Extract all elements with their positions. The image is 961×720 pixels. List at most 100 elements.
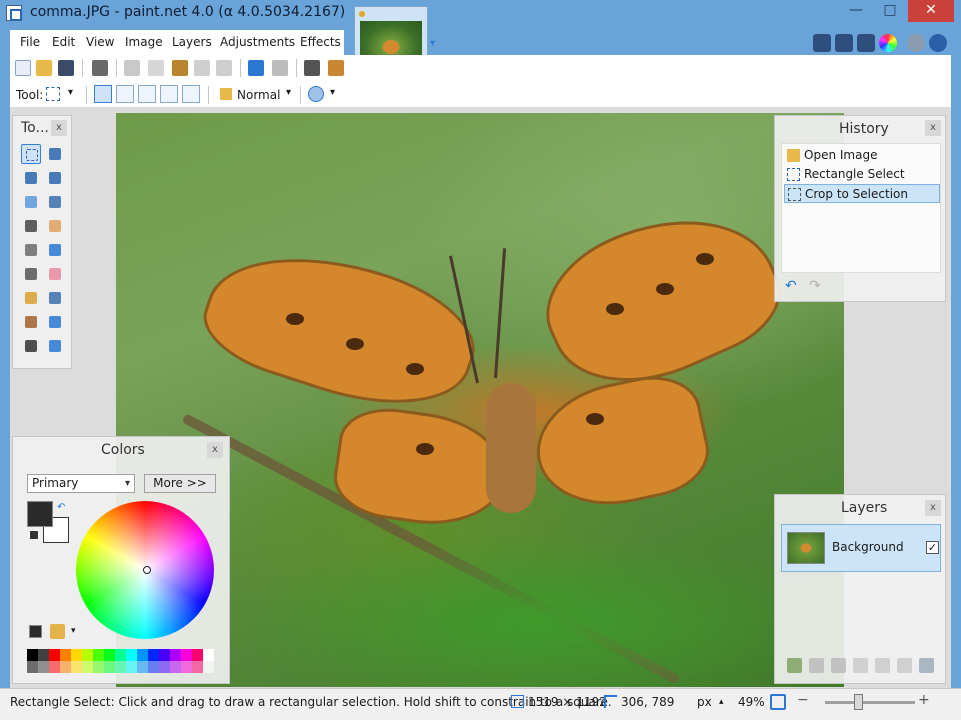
palette-swatch[interactable] — [181, 661, 192, 673]
color-picker-tool[interactable] — [45, 288, 65, 308]
color-wheel-cursor[interactable] — [143, 566, 151, 574]
units-arrow-icon[interactable]: ▴ — [719, 697, 724, 707]
pan-tool[interactable] — [45, 216, 65, 236]
palette-swatch[interactable] — [82, 661, 93, 673]
move-selected-tool[interactable] — [45, 144, 65, 164]
palette-swatch[interactable] — [126, 649, 137, 661]
units-select[interactable]: px — [697, 695, 712, 709]
primary-color-swatch[interactable] — [27, 501, 53, 527]
blend-dropdown-arrow-icon[interactable]: ▾ — [286, 87, 291, 98]
palette-menu-arrow-icon[interactable]: ▾ — [71, 626, 76, 636]
shapes-tool[interactable] — [45, 336, 65, 356]
duplicate-layer-icon[interactable] — [831, 658, 846, 673]
cut-icon[interactable] — [124, 60, 140, 76]
merge-layer-down-icon[interactable] — [853, 658, 868, 673]
clone-stamp-tool[interactable] — [21, 312, 41, 332]
menu-layers[interactable]: Layers — [172, 35, 212, 49]
current-tool-icon[interactable] — [46, 87, 60, 101]
ellipse-select-tool[interactable] — [21, 192, 41, 212]
tool-dropdown-arrow-icon[interactable]: ▾ — [68, 87, 73, 98]
palette-swatch[interactable] — [93, 661, 104, 673]
menu-file[interactable]: File — [20, 35, 40, 49]
undo-icon[interactable] — [248, 60, 264, 76]
palette-swatch[interactable] — [49, 649, 60, 661]
palette-swatch[interactable] — [192, 661, 203, 673]
palette-swatch[interactable] — [104, 661, 115, 673]
palette-swatch[interactable] — [60, 661, 71, 673]
recolor-tool[interactable] — [45, 312, 65, 332]
rectangle-select-tool[interactable] — [21, 144, 41, 164]
more-colors-button[interactable]: More >> — [144, 474, 216, 493]
menu-effects[interactable]: Effects — [300, 35, 341, 49]
save-icon[interactable] — [58, 60, 74, 76]
settings-icon[interactable] — [907, 34, 925, 52]
palette-swatch[interactable] — [126, 661, 137, 673]
color-mode-select[interactable]: Primary ▾ — [27, 474, 135, 493]
history-item-crop-to-selection[interactable]: Crop to Selection — [784, 184, 940, 203]
palette-swatch[interactable] — [181, 649, 192, 661]
menu-image[interactable]: Image — [125, 35, 163, 49]
palette-menu-icon[interactable] — [50, 624, 65, 639]
zoom-tool[interactable] — [45, 192, 65, 212]
ruler-icon[interactable] — [328, 60, 344, 76]
selection-mode-replace[interactable] — [94, 85, 112, 103]
palette-swatch[interactable] — [115, 649, 126, 661]
magic-wand-tool[interactable] — [21, 216, 41, 236]
palette-swatch[interactable] — [104, 649, 115, 661]
palette-swatch[interactable] — [137, 649, 148, 661]
move-selection-tool[interactable] — [45, 168, 65, 188]
palette-swatch[interactable] — [27, 649, 38, 661]
zoom-slider-track[interactable] — [825, 701, 915, 704]
help-icon[interactable] — [929, 34, 947, 52]
history-item-rectangle-select[interactable]: Rectangle Select — [784, 165, 940, 184]
colors-toggle-icon[interactable] — [879, 34, 897, 52]
paint-bucket-tool[interactable] — [21, 240, 41, 260]
color-wheel[interactable] — [76, 501, 214, 639]
tools-toggle-icon[interactable] — [813, 34, 831, 52]
menu-edit[interactable]: Edit — [52, 35, 75, 49]
add-layer-icon[interactable] — [787, 658, 802, 673]
palette-swatch[interactable] — [27, 661, 38, 673]
palette-swatch[interactable] — [148, 661, 159, 673]
add-color-to-palette-icon[interactable] — [29, 625, 42, 638]
redo-icon[interactable] — [272, 60, 288, 76]
copy-icon[interactable] — [148, 60, 164, 76]
palette-swatch[interactable] — [49, 661, 60, 673]
zoom-out-icon[interactable]: − — [797, 692, 809, 708]
history-item-open-image[interactable]: Open Image — [784, 146, 940, 165]
history-redo-icon[interactable]: ↷ — [809, 278, 821, 294]
palette-swatch[interactable] — [71, 649, 82, 661]
minimize-button[interactable]: — — [840, 0, 872, 22]
history-panel-close-button[interactable]: x — [925, 120, 941, 136]
palette-swatch[interactable] — [192, 649, 203, 661]
palette-swatch[interactable] — [170, 661, 181, 673]
print-icon[interactable] — [92, 60, 108, 76]
tab-list-arrow-icon[interactable]: ▾ — [430, 38, 435, 49]
history-undo-icon[interactable]: ↶ — [785, 278, 797, 294]
palette-swatch[interactable] — [148, 649, 159, 661]
history-toggle-icon[interactable] — [835, 34, 853, 52]
palette-swatch[interactable] — [115, 661, 126, 673]
palette-swatch[interactable] — [38, 661, 49, 673]
delete-layer-icon[interactable] — [809, 658, 824, 673]
tools-panel-close-button[interactable]: x — [51, 120, 67, 136]
swap-colors-icon[interactable]: ↶ — [57, 502, 65, 513]
palette-swatch[interactable] — [82, 649, 93, 661]
colors-panel-close-button[interactable]: x — [207, 442, 223, 458]
crop-icon[interactable] — [194, 60, 210, 76]
pencil-tool[interactable] — [21, 288, 41, 308]
zoom-in-icon[interactable]: + — [918, 692, 930, 708]
open-icon[interactable] — [36, 60, 52, 76]
layer-visibility-checkbox[interactable]: ✓ — [926, 541, 939, 554]
palette-swatch[interactable] — [137, 661, 148, 673]
layer-properties-icon[interactable] — [919, 658, 934, 673]
new-icon[interactable] — [15, 60, 31, 76]
grid-icon[interactable] — [304, 60, 320, 76]
palette-swatch[interactable] — [203, 661, 214, 673]
antialiasing-icon[interactable] — [308, 86, 324, 102]
palette-swatch[interactable] — [203, 649, 214, 661]
palette-swatch[interactable] — [170, 649, 181, 661]
layers-toggle-icon[interactable] — [857, 34, 875, 52]
selection-mode-exclude[interactable] — [138, 85, 156, 103]
selection-mode-xor[interactable] — [182, 85, 200, 103]
